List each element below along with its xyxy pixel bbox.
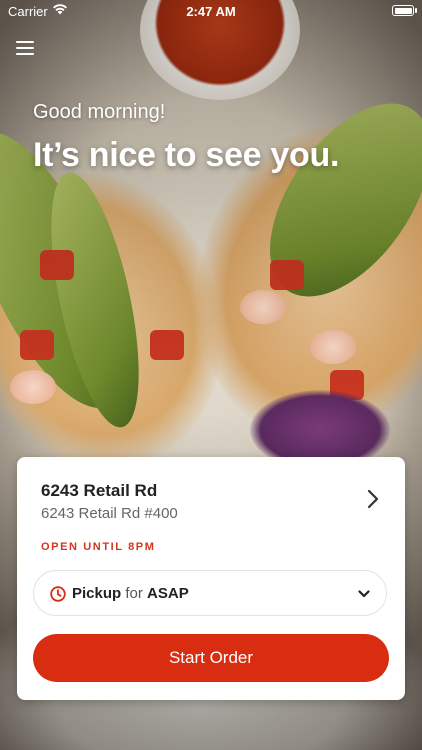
chevron-down-icon <box>358 590 370 598</box>
clock-time: 2:47 AM <box>186 4 236 19</box>
clock-icon <box>50 586 66 602</box>
order-mode-connector: for <box>125 585 143 602</box>
status-bar: Carrier 2:47 AM <box>0 0 422 22</box>
order-mode-label: Pickup <box>72 585 122 602</box>
location-address: 6243 Retail Rd #400 <box>41 505 178 522</box>
chevron-right-icon <box>367 489 379 509</box>
location-selector[interactable]: 6243 Retail Rd 6243 Retail Rd #400 <box>17 457 405 537</box>
start-order-button[interactable]: Start Order <box>33 634 389 682</box>
greeting-text: Good morning! <box>33 101 166 123</box>
pickup-summary: Pickup for ASAP <box>72 585 189 602</box>
headline-text: It’s nice to see you. <box>33 136 340 174</box>
pickup-time-selector[interactable]: Pickup for ASAP <box>33 570 387 616</box>
battery-tip <box>415 8 417 13</box>
order-time-label: ASAP <box>147 585 189 602</box>
hamburger-menu-icon[interactable] <box>16 40 34 56</box>
location-name: 6243 Retail Rd <box>41 481 158 500</box>
battery-icon <box>392 5 414 16</box>
store-hours-label: OPEN UNTIL 8PM <box>41 541 156 553</box>
location-card: 6243 Retail Rd 6243 Retail Rd #400 OPEN … <box>17 457 405 700</box>
